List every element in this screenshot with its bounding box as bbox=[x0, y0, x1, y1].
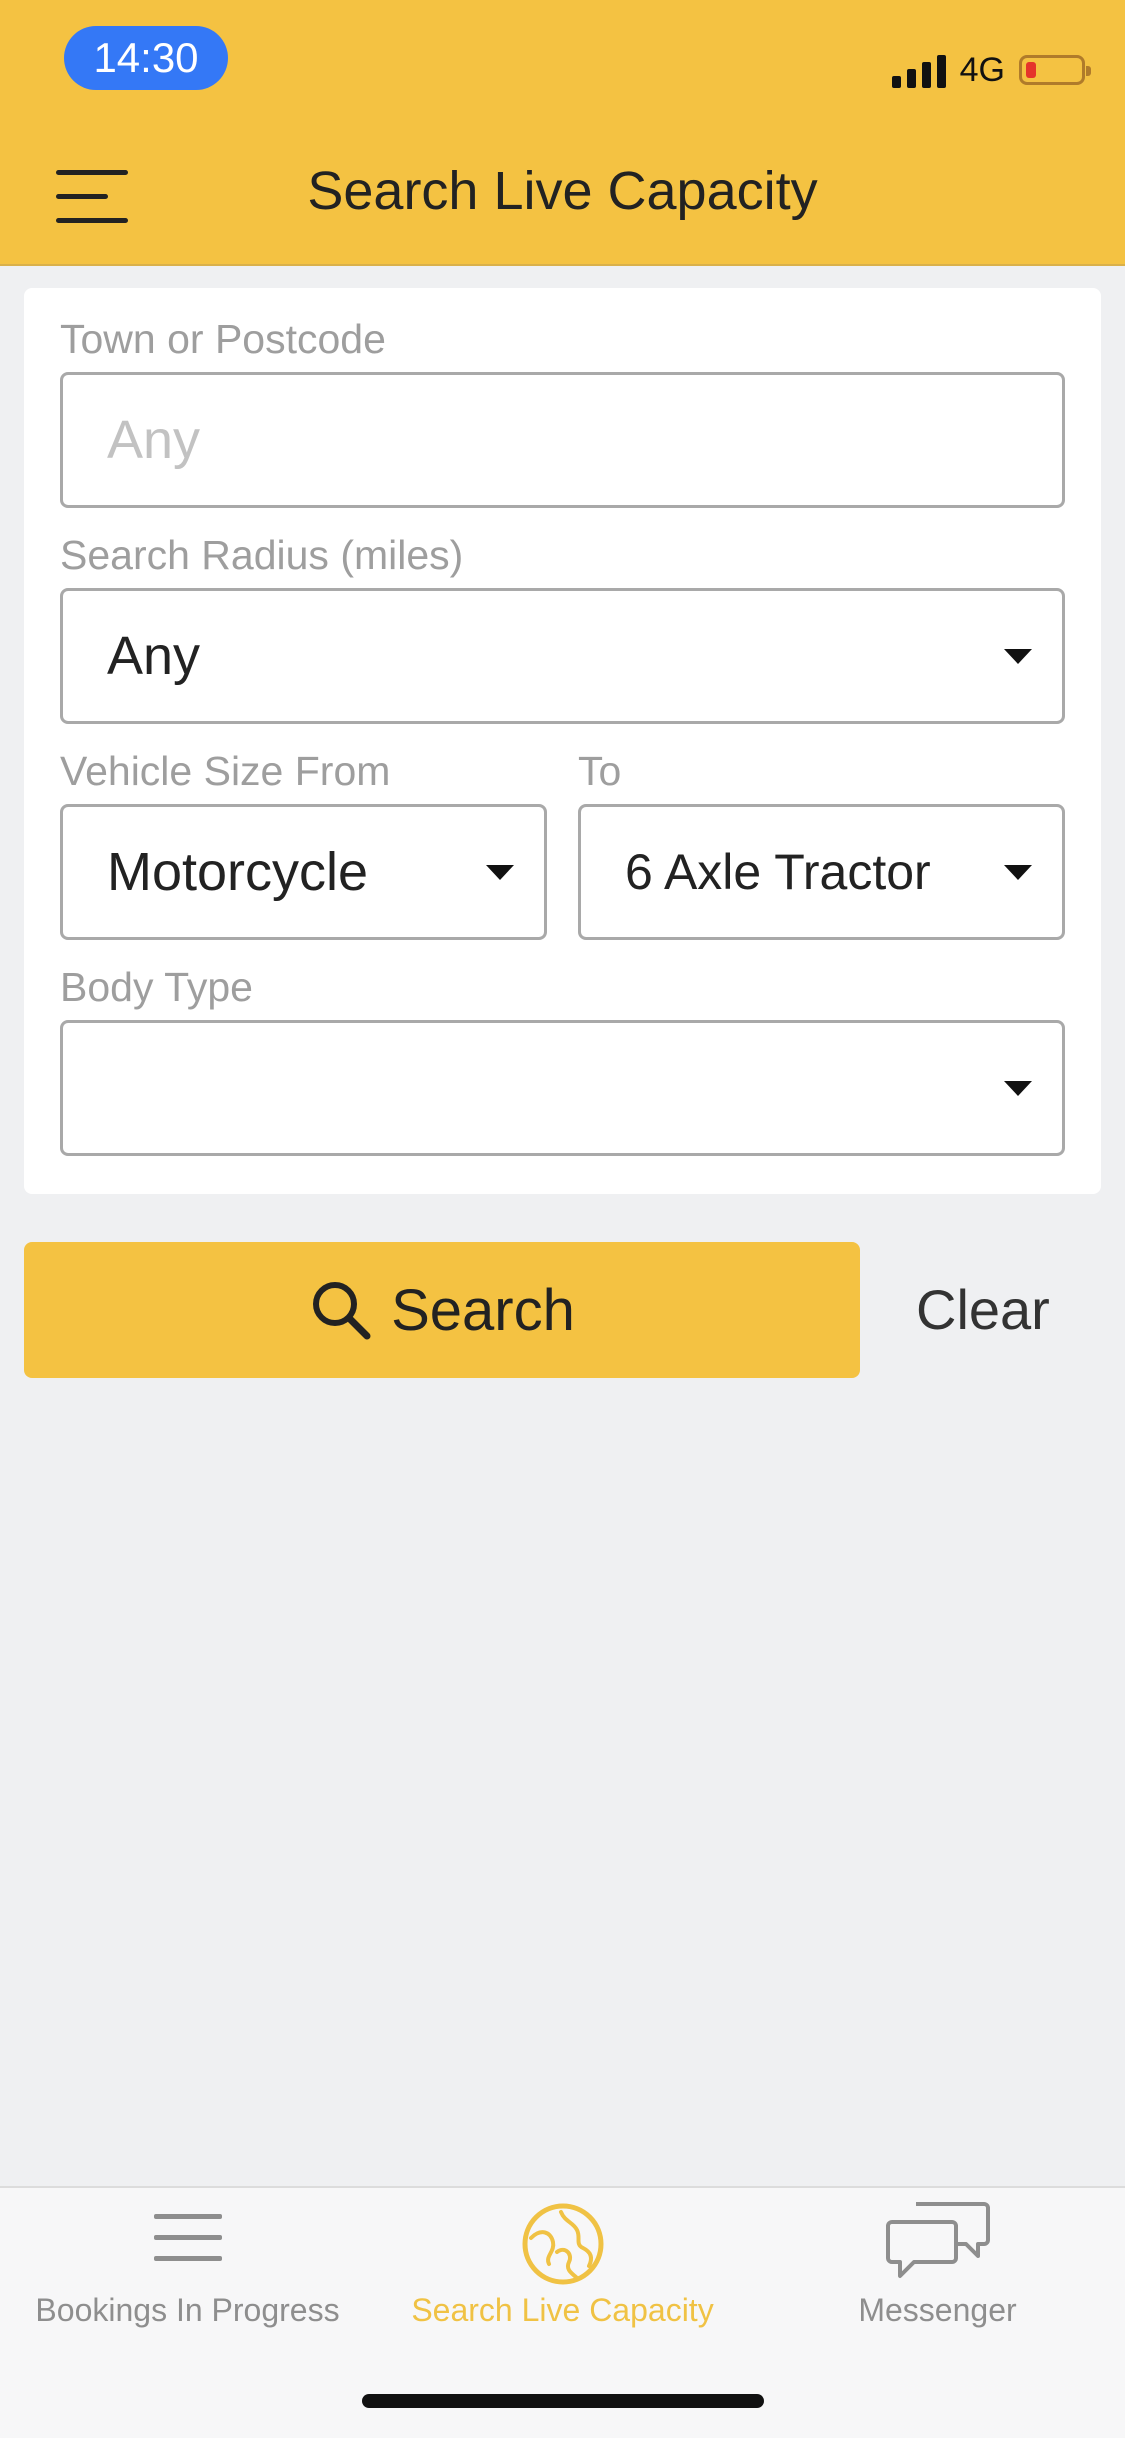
vehicle-from-value: Motorcycle bbox=[107, 842, 369, 902]
network-type: 4G bbox=[959, 50, 1005, 89]
dropdown-arrow-icon bbox=[486, 865, 514, 880]
home-indicator bbox=[362, 2394, 764, 2408]
clear-button[interactable]: Clear bbox=[916, 1242, 1050, 1378]
town-postcode-input[interactable] bbox=[63, 375, 1062, 505]
search-button-label: Search bbox=[391, 1277, 575, 1343]
town-postcode-field bbox=[60, 372, 1065, 508]
list-icon bbox=[153, 2214, 222, 2261]
search-icon bbox=[313, 1282, 371, 1340]
tab-bookings-in-progress[interactable]: Bookings In Progress bbox=[0, 2188, 375, 2368]
tab-label: Bookings In Progress bbox=[35, 2292, 340, 2328]
body-type-select[interactable] bbox=[60, 1020, 1065, 1156]
tab-label: Search Live Capacity bbox=[411, 2292, 714, 2328]
tab-search-live-capacity[interactable]: Search Live Capacity bbox=[375, 2188, 750, 2368]
dropdown-arrow-icon bbox=[1004, 1081, 1032, 1096]
search-button[interactable]: Search bbox=[24, 1242, 860, 1378]
page-title: Search Live Capacity bbox=[307, 161, 818, 221]
vehicle-from-select[interactable]: Motorcycle bbox=[60, 804, 547, 940]
search-form-card: Town or Postcode Search Radius (miles) A… bbox=[24, 288, 1101, 1194]
app-header: 14:30 4G Search Live Capacity bbox=[0, 0, 1125, 266]
battery-icon bbox=[1019, 55, 1091, 85]
dropdown-arrow-icon bbox=[1004, 649, 1032, 664]
town-label: Town or Postcode bbox=[60, 316, 386, 362]
tab-messenger[interactable]: Messenger bbox=[750, 2188, 1125, 2368]
status-indicators: 4G bbox=[891, 48, 1091, 92]
chat-icon bbox=[885, 2202, 990, 2278]
status-time: 14:30 bbox=[64, 26, 228, 90]
globe-icon bbox=[522, 2203, 603, 2285]
tab-label: Messenger bbox=[858, 2292, 1017, 2328]
vehicle-from-label: Vehicle Size From bbox=[60, 748, 391, 794]
body-type-label: Body Type bbox=[60, 964, 253, 1010]
vehicle-to-value: 6 Axle Tractor bbox=[625, 844, 931, 900]
signal-icon bbox=[891, 52, 946, 88]
radius-label: Search Radius (miles) bbox=[60, 532, 464, 578]
radius-value: Any bbox=[107, 626, 201, 686]
vehicle-to-select[interactable]: 6 Axle Tractor bbox=[578, 804, 1065, 940]
dropdown-arrow-icon bbox=[1004, 865, 1032, 880]
vehicle-to-label: To bbox=[578, 748, 622, 794]
radius-select[interactable]: Any bbox=[60, 588, 1065, 724]
